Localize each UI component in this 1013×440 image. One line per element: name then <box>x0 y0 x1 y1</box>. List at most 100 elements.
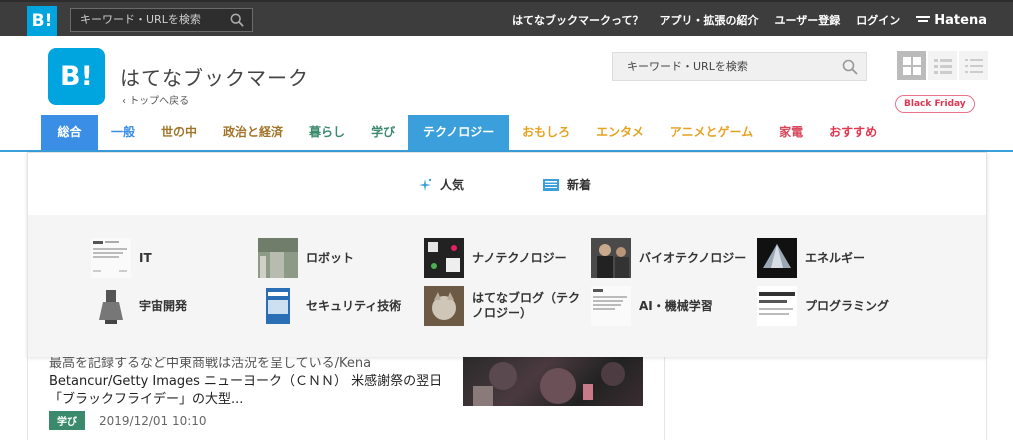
sparkle-icon <box>419 178 432 191</box>
compact-list-icon <box>964 58 983 73</box>
subcategory-robot[interactable]: ロボット <box>258 238 423 278</box>
subcategory-space-label: 宇宙開発 <box>139 298 188 313</box>
list-view-button[interactable] <box>928 51 957 80</box>
article-category-tag[interactable]: 学び <box>49 411 85 430</box>
technology-dropdown: 人気 新着 IT ロボット ナノテクノロジー バイオテクノロジー エネルギー 宇… <box>27 152 987 357</box>
article-line-0: 最高を記録するなど中東商戦は活況を呈している/Kena <box>49 356 372 371</box>
subcategory-nanotech-label: ナノテクノロジー <box>472 250 567 265</box>
nanotech-thumbnail <box>424 238 464 278</box>
ai-thumbnail <box>591 286 631 326</box>
security-thumbnail <box>258 286 298 326</box>
dropdown-tabs: 人気 新着 <box>28 153 986 215</box>
new-badge-icon <box>543 178 559 191</box>
back-to-top-link[interactable]: ‹ トップへ戻る <box>122 92 189 107</box>
tweet-screenshot-image <box>91 238 131 278</box>
crowd-photo-image <box>473 362 625 406</box>
cat-photo-image <box>424 286 464 326</box>
list-icon <box>933 58 952 74</box>
subcategory-programming-label: プログラミング <box>805 298 890 313</box>
subcategory-biotech[interactable]: バイオテクノロジー <box>591 238 766 278</box>
header-search-input[interactable]: キーワード・URLを検索 <box>612 52 867 81</box>
subcategory-it-label: IT <box>139 250 152 265</box>
space-thumbnail <box>91 286 131 326</box>
apps-link[interactable]: アプリ・拡張の紹介 <box>660 12 759 28</box>
subcategory-ai-label: AI・機械学習 <box>639 298 713 313</box>
about-link[interactable]: はてなブックマークって？ <box>512 12 643 28</box>
signup-link[interactable]: ユーザー登録 <box>775 12 841 28</box>
popular-tab-label: 人気 <box>440 178 465 192</box>
site-title[interactable]: はてなブックマーク <box>120 62 309 91</box>
subcategory-grid: IT ロボット ナノテクノロジー バイオテクノロジー エネルギー 宇宙開発 セキ… <box>28 215 986 357</box>
hatena-mark-icon <box>916 16 931 22</box>
article-thumbnail[interactable] <box>463 356 643 406</box>
robot-thumbnail <box>258 238 298 278</box>
view-switcher <box>897 51 988 80</box>
header-search-placeholder: キーワード・URLを検索 <box>627 60 748 73</box>
global-search-input[interactable]: キーワード・URLを検索 <box>70 8 253 32</box>
category-fun[interactable]: おもしろ <box>509 115 583 150</box>
subcategory-security-label: セキュリティ技術 <box>306 298 402 313</box>
category-all[interactable]: 総合 <box>41 115 98 150</box>
search-icon[interactable] <box>842 59 858 75</box>
slide-screenshot-image <box>757 286 797 326</box>
article-line-1: Betancur/Getty Images ニューヨーク（ＣＮＮ） 米感謝祭の翌… <box>49 374 443 389</box>
subcategory-hatenablog-tech-label: はてなブログ（テクノロジー） <box>472 291 581 320</box>
back-to-top-label: トップへ戻る <box>129 96 190 107</box>
category-general[interactable]: 一般 <box>98 115 148 150</box>
tweet-screenshot-image <box>591 286 631 326</box>
hatena-bookmark-logo-small[interactable]: B! <box>27 6 57 36</box>
category-life[interactable]: 暮らし <box>296 115 358 150</box>
device-photo-image <box>424 238 464 278</box>
global-search-placeholder: キーワード・URLを検索 <box>80 13 201 26</box>
category-entertainment[interactable]: エンタメ <box>583 115 657 150</box>
book-cover-image <box>258 286 298 326</box>
subcategory-energy-label: エネルギー <box>805 250 866 265</box>
people-photo-image <box>591 238 631 278</box>
subcategory-it[interactable]: IT <box>91 238 256 278</box>
crystal-photo-image <box>757 238 797 278</box>
category-it[interactable]: テクノロジー <box>408 115 510 150</box>
subcategory-biotech-label: バイオテクノロジー <box>639 250 747 265</box>
category-nav: 総合 一般 世の中 政治と経済 暮らし 学び テクノロジー おもしろ エンタメ … <box>41 115 890 150</box>
programming-thumbnail <box>757 286 797 326</box>
biotech-thumbnail <box>591 238 631 278</box>
subcategory-nanotech[interactable]: ナノテクノロジー <box>424 238 589 278</box>
hatenablog-thumbnail <box>424 286 464 326</box>
energy-thumbnail <box>757 238 797 278</box>
it-thumbnail <box>91 238 131 278</box>
article-meta: 学び 2019/12/01 10:10 <box>49 411 207 430</box>
black-friday-badge[interactable]: Black Friday <box>895 95 975 113</box>
subcategory-hatenablog-tech[interactable]: はてなブログ（テクノロジー） <box>424 286 584 326</box>
column-border-left <box>27 356 28 440</box>
subcategory-robot-label: ロボット <box>306 250 355 265</box>
new-tab-label: 新着 <box>567 178 592 192</box>
street-photo-image <box>258 238 298 278</box>
subcategory-space[interactable]: 宇宙開発 <box>91 286 256 326</box>
grid-view-button[interactable] <box>897 51 926 80</box>
category-game[interactable]: アニメとゲーム <box>657 115 766 150</box>
category-economics[interactable]: 政治と経済 <box>210 115 296 150</box>
global-nav: はてなブックマークって？ アプリ・拡張の紹介 ユーザー登録 ログイン Haten… <box>512 2 987 38</box>
subcategory-ai[interactable]: AI・機械学習 <box>591 286 756 326</box>
hatena-logo[interactable]: Hatena <box>916 13 987 28</box>
article-date: 2019/12/01 10:10 <box>99 413 207 428</box>
category-appliances[interactable]: 家電 <box>766 115 816 150</box>
category-knowledge[interactable]: 学び <box>358 115 408 150</box>
compact-view-button[interactable] <box>959 51 988 80</box>
subcategory-programming[interactable]: プログラミング <box>757 286 937 326</box>
column-border-mid <box>664 356 665 440</box>
grid-icon <box>902 56 921 75</box>
subcategory-energy[interactable]: エネルギー <box>757 238 922 278</box>
login-link[interactable]: ログイン <box>856 12 900 28</box>
article-line-2: 「ブラックフライデー」の大型... <box>49 392 244 407</box>
subcategory-security[interactable]: セキュリティ技術 <box>258 286 423 326</box>
category-social[interactable]: 世の中 <box>148 115 210 150</box>
column-border-right <box>986 356 987 440</box>
popular-tab[interactable]: 人気 <box>418 176 464 193</box>
search-icon[interactable] <box>230 13 244 27</box>
global-header-bar: B! キーワード・URLを検索 はてなブックマークって？ アプリ・拡張の紹介 ユ… <box>0 0 1013 36</box>
category-recommend[interactable]: おすすめ <box>816 115 890 150</box>
hatena-bookmark-logo[interactable]: B! <box>48 48 105 105</box>
new-tab[interactable]: 新着 <box>543 176 591 193</box>
article-summary[interactable]: 最高を記録するなど中東商戦は活況を呈している/Kena Betancur/Get… <box>49 355 449 409</box>
